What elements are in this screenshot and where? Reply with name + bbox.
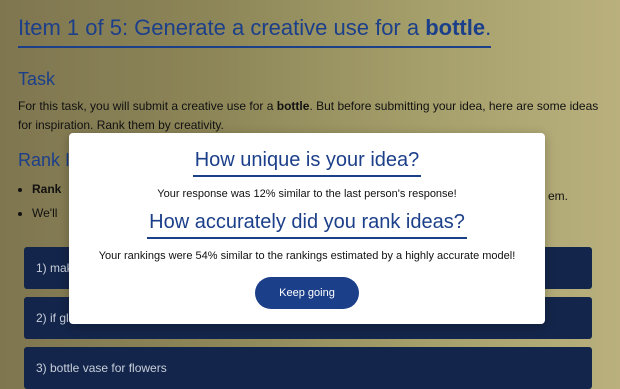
title-prefix: Item 1 of 5: Generate a creative use for… [18, 15, 426, 40]
task-text-bold: bottle [276, 99, 310, 113]
idea-label: 2) if gl [36, 311, 69, 325]
feedback-modal: How unique is your idea? Your response w… [69, 133, 545, 324]
idea-label: 3) bottle vase for flowers [36, 361, 167, 375]
idea-card[interactable]: 3) bottle vase for flowers [24, 347, 592, 389]
instruction-2-text: We'll [32, 206, 58, 220]
uniqueness-heading: How unique is your idea? [192, 148, 422, 177]
task-description: For this task, you will submit a creativ… [18, 97, 603, 135]
task-heading: Task [18, 69, 56, 89]
page-title: Item 1 of 5: Generate a creative use for… [18, 14, 492, 48]
instruction-1-tail: em. [548, 189, 569, 203]
task-text-part-1: For this task, you will submit a creativ… [18, 99, 277, 113]
uniqueness-result: Your response was 12% similar to the las… [157, 188, 457, 200]
keep-going-button[interactable]: Keep going [255, 277, 359, 309]
title-suffix: . [485, 15, 492, 40]
accuracy-heading: How accurately did you rank ideas? [147, 210, 467, 239]
instruction-1-text: Rank [32, 182, 62, 196]
idea-label: 1) mak [36, 261, 73, 275]
title-object: bottle [425, 15, 486, 40]
accuracy-result: Your rankings were 54% similar to the ra… [98, 250, 516, 262]
